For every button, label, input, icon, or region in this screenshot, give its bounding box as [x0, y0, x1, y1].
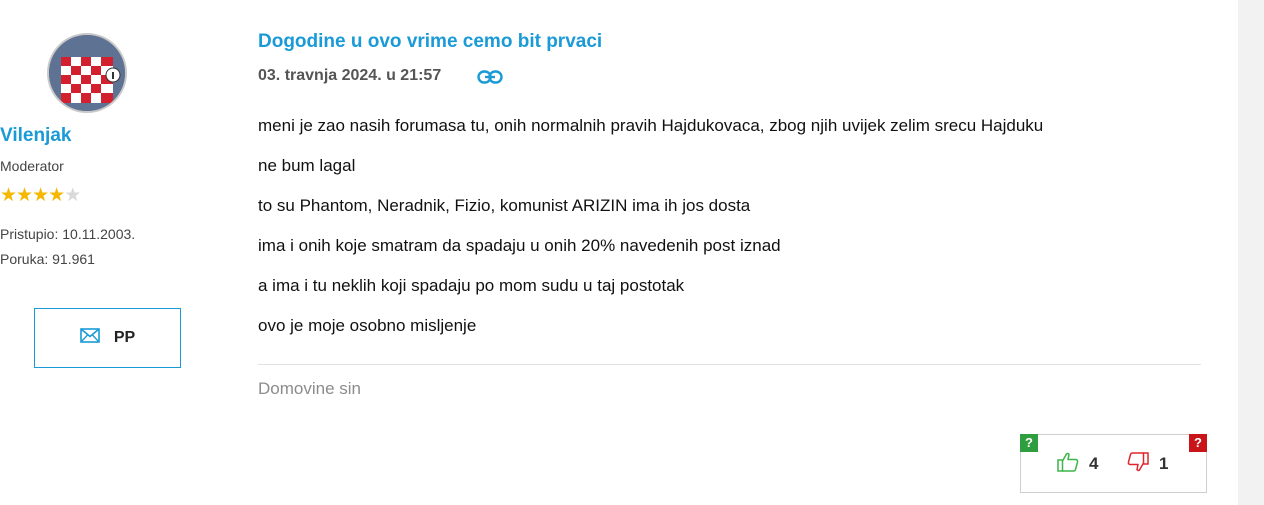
post-line: ne bum lagal — [258, 156, 356, 175]
downvote-count: 1 — [1159, 454, 1169, 473]
star-filled-icon: ★ — [32, 185, 49, 206]
post-line: meni je zao nasih forumasa tu, onih norm… — [258, 116, 1044, 135]
username[interactable]: Vilenjak — [0, 125, 174, 147]
post-body: meni je zao nasih forumasa tu, onih norm… — [258, 116, 1198, 356]
join-date: Pristupio: 10.11.2003. — [0, 226, 136, 242]
post-line: ovo je moje osobno misljenje — [258, 316, 477, 335]
scrollbar-track[interactable] — [1238, 0, 1264, 505]
avatar[interactable] — [47, 33, 127, 113]
star-filled-icon: ★ — [0, 185, 17, 206]
user-signature: Domovine sin — [258, 379, 361, 398]
private-message-button[interactable]: PP — [34, 308, 181, 368]
pm-label: PP — [113, 329, 136, 346]
post-count: Poruka: 91.961 — [0, 251, 95, 267]
vote-box: ? ? 4 1 — [1020, 434, 1207, 493]
post-line: to su Phantom, Neradnik, Fizio, komunist… — [258, 196, 751, 215]
thumbs-down-icon — [1127, 451, 1149, 477]
envelope-icon — [80, 328, 100, 348]
rank-stars: ★★★★★ — [0, 186, 174, 206]
thumbs-up-icon — [1057, 452, 1079, 477]
star-empty-icon: ★ — [64, 185, 81, 206]
upvote-button[interactable]: 4 — [1057, 452, 1099, 477]
post-title[interactable]: Dogodine u ovo vrime cemo bit prvaci — [258, 31, 602, 53]
star-filled-icon: ★ — [48, 185, 65, 206]
user-role: Moderator — [0, 158, 64, 174]
downvote-help-badge[interactable]: ? — [1189, 434, 1207, 452]
permalink-icon[interactable] — [477, 68, 503, 91]
downvote-button[interactable]: 1 — [1127, 451, 1169, 477]
post-date: 03. travnja 2024. u 21:57 — [258, 67, 442, 84]
upvote-help-badge[interactable]: ? — [1020, 434, 1038, 452]
star-filled-icon: ★ — [16, 185, 33, 206]
signature-divider — [258, 364, 1201, 365]
upvote-count: 4 — [1089, 454, 1099, 473]
post-line: ima i onih koje smatram da spadaju u oni… — [258, 236, 781, 255]
post-line: a ima i tu neklih koji spadaju po mom su… — [258, 276, 685, 295]
